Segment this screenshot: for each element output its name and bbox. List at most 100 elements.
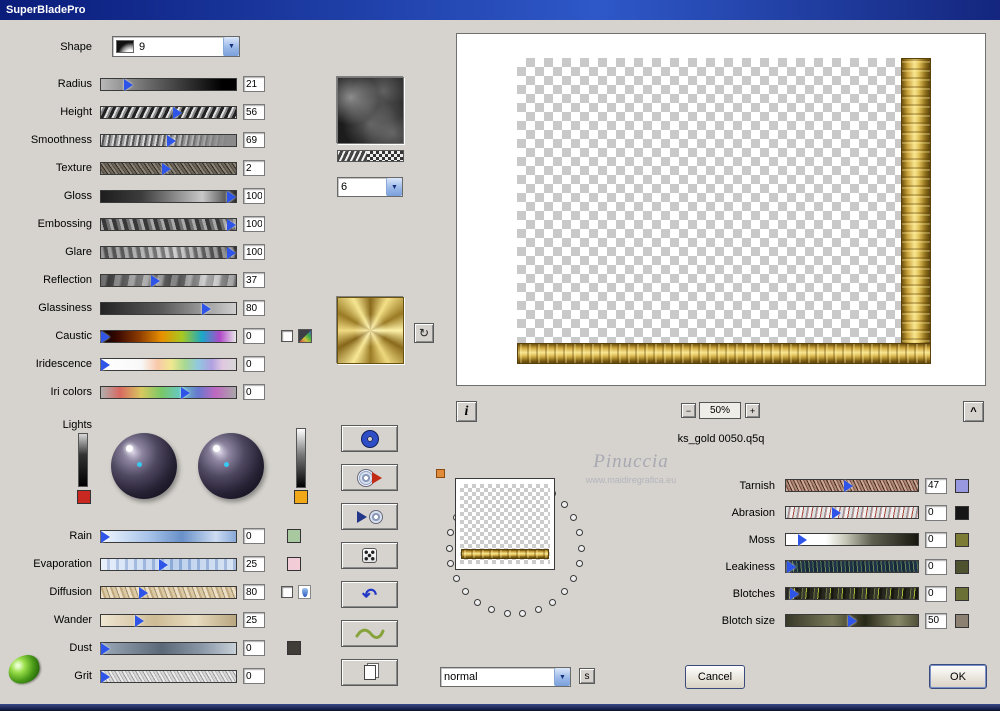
slider-track-radius[interactable]	[100, 78, 237, 91]
dial-dot[interactable]	[535, 606, 542, 613]
slider-thumb-texture[interactable]	[162, 163, 171, 175]
slider-track-tarnish[interactable]	[785, 479, 919, 492]
slider-track-smoothness[interactable]	[100, 134, 237, 147]
color-swatch-moss[interactable]	[955, 533, 969, 547]
dial-dot[interactable]	[504, 610, 511, 617]
slider-thumb-blotch-size[interactable]	[848, 615, 857, 627]
slider-value-embossing[interactable]	[243, 216, 265, 232]
slider-value-texture[interactable]	[243, 160, 265, 176]
chevron-down-icon[interactable]: ▼	[386, 178, 402, 196]
title-bar[interactable]: SuperBladePro	[0, 0, 1000, 20]
dial-angle-marker[interactable]	[436, 469, 445, 478]
environment-refresh-button[interactable]: ↻	[414, 323, 434, 343]
color-swatch-evaporation[interactable]	[287, 557, 301, 571]
main-preview-pane[interactable]	[456, 33, 986, 386]
slider-track-iri-colors[interactable]	[100, 386, 237, 399]
dial-dot[interactable]	[561, 501, 568, 508]
dial-dot[interactable]	[570, 514, 577, 521]
slider-value-iridescence[interactable]	[243, 356, 265, 372]
cancel-button[interactable]: Cancel	[685, 665, 745, 689]
water-wave-button[interactable]	[341, 620, 398, 647]
checkbox-diffusion[interactable]	[281, 586, 293, 598]
slider-track-reflection[interactable]	[100, 274, 237, 287]
s-button[interactable]: s	[579, 668, 595, 684]
slider-value-glare[interactable]	[243, 244, 265, 260]
color-swatch-rain[interactable]	[287, 529, 301, 543]
dial-dot[interactable]	[549, 599, 556, 606]
dial-dot[interactable]	[447, 560, 454, 567]
dial-dot[interactable]	[576, 560, 583, 567]
slider-track-leakiness[interactable]	[785, 560, 919, 573]
dial-dot[interactable]	[570, 575, 577, 582]
play-disc-button[interactable]	[341, 503, 398, 530]
slider-track-grit[interactable]	[100, 670, 237, 683]
slider-thumb-abrasion[interactable]	[832, 507, 841, 519]
slider-thumb-iri-colors[interactable]	[181, 387, 190, 399]
random-dice-button[interactable]	[341, 542, 398, 569]
slider-track-gloss[interactable]	[100, 190, 237, 203]
shape-select[interactable]: 9 ▼	[112, 36, 240, 57]
light-intensity-slider-left[interactable]	[78, 433, 88, 487]
color-swatch-dust[interactable]	[287, 641, 301, 655]
pan-thumbnail[interactable]	[455, 478, 555, 570]
slider-track-blotch-size[interactable]	[785, 614, 919, 627]
ok-button[interactable]: OK	[929, 664, 987, 689]
color-swatch-abrasion[interactable]	[955, 506, 969, 520]
slider-value-blotches[interactable]	[925, 586, 947, 602]
slider-value-height[interactable]	[243, 104, 265, 120]
slider-thumb-leakiness[interactable]	[787, 561, 796, 573]
slider-track-rain[interactable]	[100, 530, 237, 543]
slider-thumb-moss[interactable]	[798, 534, 807, 546]
slider-value-tarnish[interactable]	[925, 478, 947, 494]
slider-value-smoothness[interactable]	[243, 132, 265, 148]
dial-dot[interactable]	[578, 545, 585, 552]
color-swatch-blotches[interactable]	[955, 587, 969, 601]
slider-track-abrasion[interactable]	[785, 506, 919, 519]
slider-thumb-height[interactable]	[173, 107, 182, 119]
texture-preview[interactable]	[337, 77, 404, 144]
slider-track-iridescence[interactable]	[100, 358, 237, 371]
undo-button[interactable]: ↶	[341, 581, 398, 608]
transparent-canvas[interactable]	[517, 58, 931, 364]
copy-page-button[interactable]	[341, 659, 398, 686]
slider-value-grit[interactable]	[243, 668, 265, 684]
slider-value-iri-colors[interactable]	[243, 384, 265, 400]
slider-thumb-tarnish[interactable]	[844, 480, 853, 492]
light-ball-1[interactable]	[111, 433, 177, 499]
environment-map-preview[interactable]	[337, 297, 404, 364]
slider-thumb-radius[interactable]	[124, 79, 133, 91]
dial-dot[interactable]	[447, 529, 454, 536]
zoom-out-button[interactable]: −	[681, 403, 696, 418]
slider-value-dust[interactable]	[243, 640, 265, 656]
slider-thumb-smoothness[interactable]	[167, 135, 176, 147]
slider-thumb-glare[interactable]	[227, 247, 236, 259]
slider-value-evaporation[interactable]	[243, 556, 265, 572]
slider-value-rain[interactable]	[243, 528, 265, 544]
caustic-colors-icon[interactable]	[298, 329, 312, 343]
slider-thumb-diffusion[interactable]	[139, 587, 148, 599]
chevron-down-icon[interactable]: ▼	[223, 37, 239, 56]
slider-track-glassiness[interactable]	[100, 302, 237, 315]
dial-dot[interactable]	[576, 529, 583, 536]
slider-thumb-embossing[interactable]	[227, 219, 236, 231]
slider-value-caustic[interactable]	[243, 328, 265, 344]
texture-mini-slider[interactable]	[337, 150, 404, 162]
disc-play-button[interactable]	[341, 464, 398, 491]
slider-track-texture[interactable]	[100, 162, 237, 175]
slider-track-wander[interactable]	[100, 614, 237, 627]
slider-track-glare[interactable]	[100, 246, 237, 259]
slider-thumb-rain[interactable]	[101, 531, 110, 543]
checkbox-caustic[interactable]	[281, 330, 293, 342]
dial-dot[interactable]	[474, 599, 481, 606]
slider-track-embossing[interactable]	[100, 218, 237, 231]
slider-thumb-glassiness[interactable]	[202, 303, 211, 315]
color-swatch-blotch-size[interactable]	[955, 614, 969, 628]
slider-value-reflection[interactable]	[243, 272, 265, 288]
dial-dot[interactable]	[519, 610, 526, 617]
slider-track-caustic[interactable]	[100, 330, 237, 343]
light-intensity-slider-right[interactable]	[296, 428, 306, 488]
slider-value-glassiness[interactable]	[243, 300, 265, 316]
zoom-in-button[interactable]: +	[745, 403, 760, 418]
slider-track-blotches[interactable]	[785, 587, 919, 600]
slider-thumb-reflection[interactable]	[151, 275, 160, 287]
